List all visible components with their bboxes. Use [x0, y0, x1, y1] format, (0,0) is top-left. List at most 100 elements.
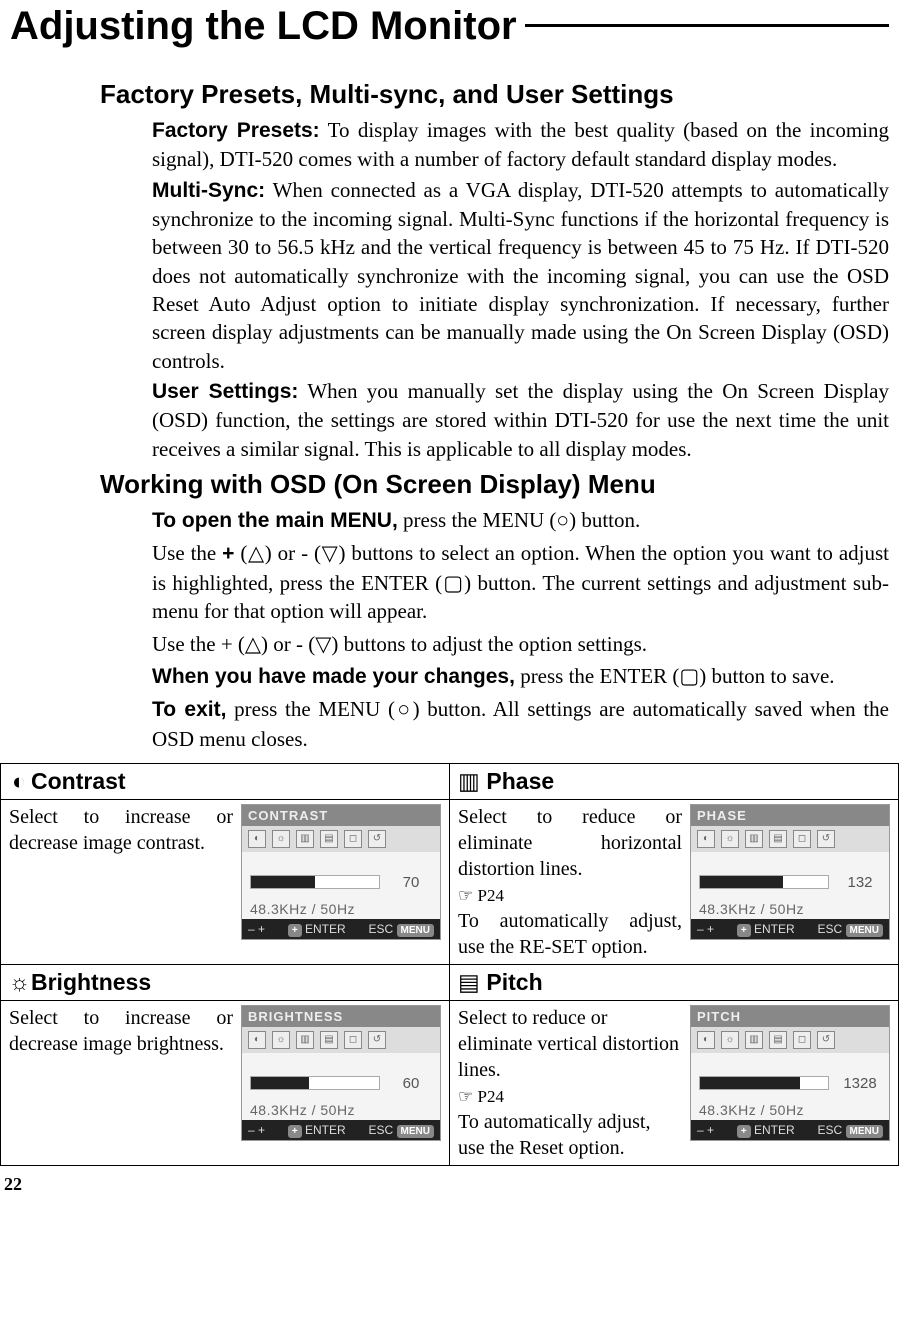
osd-bottom: – + + ENTER ESC MENU: [242, 919, 440, 939]
osd-ic-icon: ▤: [320, 830, 338, 848]
open-menu-para: To open the main MENU, press the MENU (○…: [152, 506, 889, 535]
fp-label: Factory Presets:: [152, 119, 320, 142]
pitch-text: Select to reduce or eliminate vertical d…: [458, 1005, 682, 1161]
osd-ic-icon: ◐: [248, 1031, 266, 1049]
osd-iconrow: ◐ ☼ ▥ ▤ ◻ ↺: [691, 1027, 889, 1053]
osd-iconrow: ◐ ☼ ▥ ▤ ◻ ↺: [691, 826, 889, 852]
osd-value: 1328: [839, 1075, 881, 1092]
section2-body: To open the main MENU, press the MENU (○…: [100, 506, 889, 753]
phase-cell: Select to reduce or eliminate horizontal…: [450, 799, 899, 964]
osd-title: PHASE: [691, 805, 889, 826]
esc-label: ESC: [818, 922, 843, 936]
contrast-screenshot: CONTRAST ◐ ☼ ▥ ▤ ◻ ↺ 70: [241, 804, 441, 940]
section1-heading: Factory Presets, Multi-sync, and User Se…: [100, 79, 889, 110]
osd-iconrow: ◐ ☼ ▥ ▤ ◻ ↺: [242, 826, 440, 852]
osd-ic-icon: ▥: [745, 1031, 763, 1049]
menu-btn-icon: MENU: [397, 1125, 434, 1138]
ms-label: Multi-Sync:: [152, 179, 265, 202]
enter-label: ENTER: [305, 922, 346, 936]
osd-minus-plus: – +: [248, 1123, 265, 1137]
pitch-title: Pitch: [486, 969, 542, 995]
page-title-text: Adjusting the LCD Monitor: [10, 4, 517, 49]
enter-label: ENTER: [754, 1123, 795, 1137]
esc-label: ESC: [369, 922, 394, 936]
contrast-title: Contrast: [31, 768, 126, 794]
osd-ic-icon: ◻: [344, 830, 362, 848]
plus1: +: [222, 542, 234, 565]
contrast-header: ◐Contrast: [1, 763, 450, 799]
contrast-text: Select to increase or decrease image con…: [9, 804, 233, 940]
phase-screenshot: PHASE ◐ ☼ ▥ ▤ ◻ ↺ 132 4: [690, 804, 890, 960]
phase-ref: ☞ P24: [458, 886, 504, 905]
osd-value: 60: [390, 1075, 432, 1092]
osd-bottom: – + + ENTER ESC MENU: [691, 919, 889, 939]
phase-title: Phase: [486, 768, 554, 794]
osd-ic-icon: ▤: [769, 830, 787, 848]
osd-table: ◐Contrast ▥ Phase Select to increase or …: [0, 763, 899, 1166]
menu-btn-icon: MENU: [846, 1125, 883, 1138]
osd-ic-icon: ▤: [769, 1031, 787, 1049]
open-text: press the MENU (○) button.: [398, 508, 640, 532]
osd-iconrow: ◐ ☼ ▥ ▤ ◻ ↺: [242, 1027, 440, 1053]
brightness-screenshot: BRIGHTNESS ◐ ☼ ▥ ▤ ◻ ↺ 60: [241, 1005, 441, 1141]
phase-header: ▥ Phase: [450, 763, 899, 799]
title-rule: [525, 24, 889, 27]
osd-ic-icon: ☼: [272, 1031, 290, 1049]
brightness-text: Select to increase or decrease image bri…: [9, 1005, 233, 1141]
osd-ic-icon: ☼: [721, 830, 739, 848]
body: Factory Presets, Multi-sync, and User Se…: [0, 49, 899, 753]
brightness-icon: ☼: [9, 969, 29, 996]
osd-ic-icon: ☼: [721, 1031, 739, 1049]
osd-freq: 48.3KHz / 50Hz: [691, 1098, 889, 1120]
osd-slider: [699, 1076, 829, 1090]
osd-title: CONTRAST: [242, 805, 440, 826]
pitch-cell: Select to reduce or eliminate vertical d…: [450, 1000, 899, 1165]
factory-presets-para: Factory Presets: To display images with …: [152, 116, 889, 174]
save-para: When you have made your changes, press t…: [152, 662, 889, 691]
menu-btn-icon: MENU: [846, 924, 883, 937]
osd-slider: [250, 875, 380, 889]
brightness-header: ☼Brightness: [1, 964, 450, 1000]
osd-title: PITCH: [691, 1006, 889, 1027]
osd-ic-icon: ◐: [697, 1031, 715, 1049]
esc-label: ESC: [818, 1123, 843, 1137]
brightness-title: Brightness: [31, 969, 151, 995]
osd-value: 70: [390, 874, 432, 891]
exit-text: press the MENU (○) button. All settings …: [152, 697, 889, 750]
enter-label: ENTER: [754, 922, 795, 936]
section1-body: Factory Presets: To display images with …: [100, 116, 889, 463]
user-settings-para: User Settings: When you manually set the…: [152, 377, 889, 463]
osd-ic-icon: ↺: [817, 830, 835, 848]
osd-ic-icon: ◐: [248, 830, 266, 848]
osd-title: BRIGHTNESS: [242, 1006, 440, 1027]
save-label: When you have made your changes,: [152, 665, 515, 688]
osd-bottom: – + + ENTER ESC MENU: [691, 1120, 889, 1140]
osd-ic-icon: ◻: [344, 1031, 362, 1049]
osd-value: 132: [839, 874, 881, 891]
section2-heading: Working with OSD (On Screen Display) Men…: [100, 469, 889, 500]
brightness-cell: Select to increase or decrease image bri…: [1, 1000, 450, 1165]
pitch-ref: ☞ P24: [458, 1087, 504, 1106]
enter-btn-icon: +: [737, 924, 751, 937]
page-title: Adjusting the LCD Monitor: [0, 0, 899, 49]
phase-icon: ▥: [458, 768, 478, 795]
p2a: Use the: [152, 541, 222, 565]
osd-freq: 48.3KHz / 50Hz: [691, 897, 889, 919]
ms-text: When connected as a VGA display, DTI-520…: [152, 178, 889, 373]
osd-ic-icon: ▥: [296, 830, 314, 848]
osd-ic-icon: ☼: [272, 830, 290, 848]
osd-minus-plus: – +: [697, 1123, 714, 1137]
select-option-para: Use the + (△) or - (▽) buttons to select…: [152, 539, 889, 625]
phase-text: Select to reduce or eliminate horizontal…: [458, 804, 682, 960]
osd-minus-plus: – +: [697, 922, 714, 936]
multi-sync-para: Multi-Sync: When connected as a VGA disp…: [152, 176, 889, 375]
pitch-text1: Select to reduce or eliminate vertical d…: [458, 1007, 679, 1081]
osd-ic-icon: ◻: [793, 1031, 811, 1049]
esc-label: ESC: [369, 1123, 394, 1137]
save-text: press the ENTER (▢) button to save.: [515, 664, 835, 688]
osd-minus-plus: – +: [248, 922, 265, 936]
enter-btn-icon: +: [737, 1125, 751, 1138]
osd-ic-icon: ◻: [793, 830, 811, 848]
osd-ic-icon: ▤: [320, 1031, 338, 1049]
osd-slider: [699, 875, 829, 889]
